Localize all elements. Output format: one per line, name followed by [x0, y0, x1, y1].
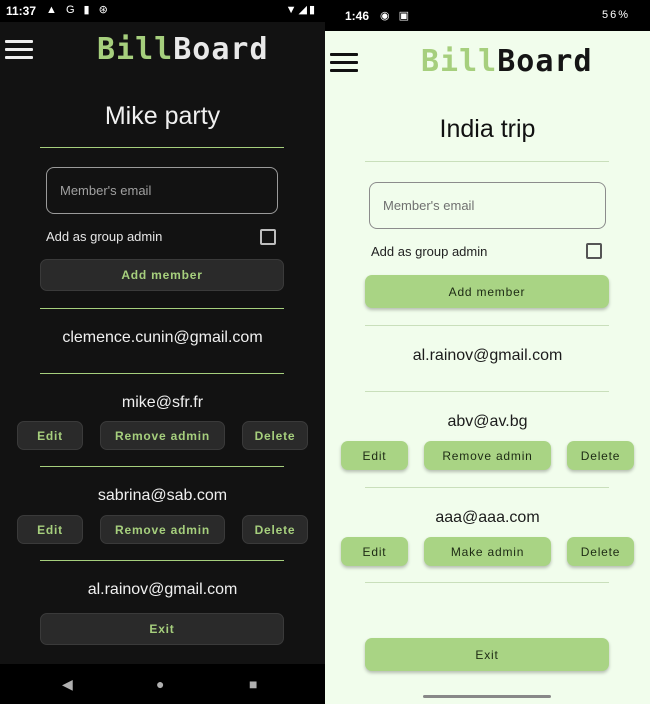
divider [40, 560, 284, 561]
divider [40, 466, 284, 467]
edit-member-button[interactable]: Edit [341, 441, 408, 470]
add-member-button[interactable]: Add member [40, 259, 284, 291]
divider [40, 373, 284, 374]
divider [40, 308, 284, 309]
remove-admin-button[interactable]: Remove admin [100, 421, 225, 450]
exit-button[interactable]: Exit [40, 613, 284, 645]
member-email: sabrina@sab.com [97, 487, 228, 504]
member-email-input[interactable]: Member's email [46, 167, 278, 214]
menu-icon[interactable] [5, 40, 33, 60]
system-nav-bar: ◀ ● ■ [0, 664, 325, 704]
group-title: Mike party [104, 102, 221, 130]
group-title: India trip [439, 115, 536, 143]
member-email: al.rainov@gmail.com [412, 347, 563, 364]
add-member-button[interactable]: Add member [365, 275, 609, 308]
gesture-navigation-bar[interactable] [423, 695, 551, 698]
member-email: abv@av.bg [447, 413, 528, 430]
edit-member-button[interactable]: Edit [341, 537, 408, 566]
add-as-admin-checkbox[interactable] [586, 243, 602, 259]
status-bar: 11:37 ▲ G ▮ ⊛ ▼◢▮ [0, 0, 325, 22]
member-email: al.rainov@gmail.com [87, 581, 238, 598]
delete-member-button[interactable]: Delete [567, 441, 634, 470]
status-bar: 1:46 ◉ ▣ 56% [325, 0, 650, 31]
member-email: aaa@aaa.com [435, 509, 540, 526]
light-phone-screen: 1:46 ◉ ▣ 56% BillBoard India trip Member… [325, 0, 650, 704]
app-logo: BillBoard [421, 44, 593, 79]
member-email-input[interactable]: Member's email [369, 182, 606, 229]
member-email: mike@sfr.fr [121, 394, 204, 411]
edit-member-button[interactable]: Edit [17, 421, 83, 450]
menu-icon[interactable] [330, 53, 358, 73]
status-icons: ▲ G ▮ ⊛ [46, 4, 111, 16]
dark-phone-screen: 11:37 ▲ G ▮ ⊛ ▼◢▮ BillBoard Mike party M… [0, 0, 325, 704]
status-battery: 56% [601, 9, 630, 21]
divider [365, 487, 609, 488]
status-icons: ◉ ▣ [380, 10, 413, 22]
make-admin-button[interactable]: Make admin [424, 537, 551, 566]
divider [365, 582, 609, 583]
home-icon[interactable]: ● [156, 677, 164, 691]
divider [365, 161, 609, 162]
app-logo: BillBoard [97, 32, 269, 67]
back-icon[interactable]: ◀ [62, 677, 73, 691]
delete-member-button[interactable]: Delete [242, 515, 308, 544]
exit-button[interactable]: Exit [365, 638, 609, 671]
add-as-admin-label: Add as group admin [371, 244, 488, 259]
divider [40, 147, 284, 148]
divider [365, 325, 609, 326]
remove-admin-button[interactable]: Remove admin [100, 515, 225, 544]
status-time: 1:46 [345, 9, 370, 23]
member-email: clemence.cunin@gmail.com [62, 329, 263, 346]
divider [365, 391, 609, 392]
status-system-icons: ▼◢▮ [285, 4, 317, 16]
add-as-admin-label: Add as group admin [46, 229, 163, 244]
recents-icon[interactable]: ■ [249, 677, 257, 691]
edit-member-button[interactable]: Edit [17, 515, 83, 544]
remove-admin-button[interactable]: Remove admin [424, 441, 551, 470]
add-as-admin-checkbox[interactable] [260, 229, 276, 245]
delete-member-button[interactable]: Delete [567, 537, 634, 566]
status-time: 11:37 [6, 4, 37, 18]
delete-member-button[interactable]: Delete [242, 421, 308, 450]
